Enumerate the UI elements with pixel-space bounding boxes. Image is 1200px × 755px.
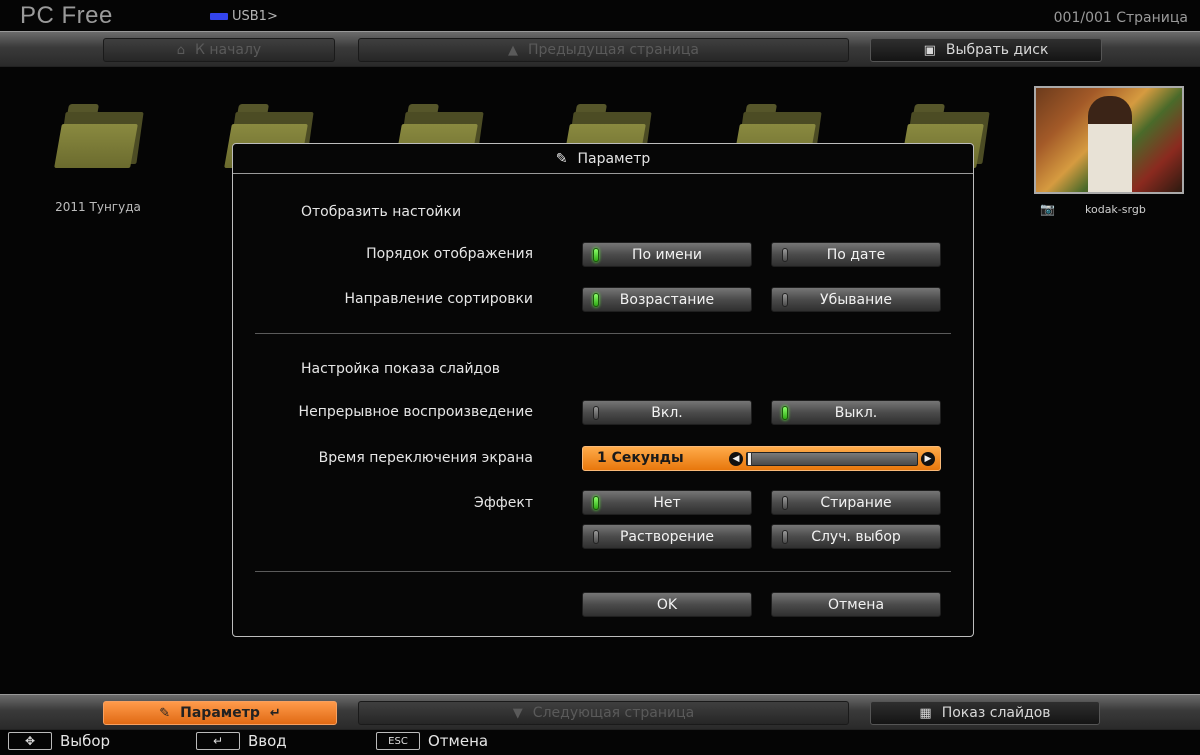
bottom-toolbar: ✎ Параметр ↵ ▼ Следующая страница ▦ Пока…	[0, 694, 1200, 730]
home-icon: ⌂	[176, 42, 186, 58]
effect-wipe-label: Стирание	[820, 494, 892, 511]
help-enter-label: Ввод	[248, 732, 287, 750]
settings-tools-icon: ✎	[555, 150, 568, 167]
slideshow-button-label: Показ слайдов	[941, 705, 1051, 721]
app-title: PC Free	[20, 2, 113, 29]
camera-icon: 📷	[1040, 202, 1055, 216]
settings-tools-icon: ✎	[159, 705, 171, 721]
up-arrow-icon: ▲	[507, 42, 518, 58]
page-counter: 001/001 Страница	[1053, 10, 1188, 26]
cancel-button[interactable]: Отмена	[771, 592, 941, 617]
slideshow-section-heading: Настройка показа слайдов	[301, 361, 501, 377]
usb-path-label: USB1>	[232, 9, 278, 24]
switch-time-label: Время переключения экрана	[318, 450, 533, 466]
radio-on-indicator	[593, 293, 599, 307]
order-by-date-label: По дате	[826, 246, 886, 263]
order-by-date-button[interactable]: По дате	[771, 242, 941, 267]
continuous-on-button[interactable]: Вкл.	[582, 400, 752, 425]
radio-on-indicator	[593, 496, 599, 510]
display-section-heading: Отобразить настойки	[301, 204, 462, 220]
effect-random-button[interactable]: Случ. выбор	[771, 524, 941, 549]
continuous-off-button[interactable]: Выкл.	[771, 400, 941, 425]
dialog-title: Параметр	[577, 150, 651, 167]
effect-label: Эффект	[474, 495, 533, 511]
parameter-button[interactable]: ✎ Параметр ↵	[103, 701, 337, 725]
sort-descending-button[interactable]: Убывание	[771, 287, 941, 312]
folder-label: 2011 Тунгуда	[55, 200, 141, 214]
next-page-label: Следующая страница	[532, 705, 695, 721]
help-cancel: ESC Отмена	[376, 732, 488, 750]
home-button-label: К началу	[195, 42, 262, 58]
continuous-label: Непрерывное воспроизведение	[298, 404, 533, 420]
home-button[interactable]: ⌂ К началу	[103, 38, 335, 62]
effect-dissolve-button[interactable]: Растворение	[582, 524, 752, 549]
settings-dialog: ✎ Параметр Отобразить настойки Порядок о…	[232, 143, 974, 637]
radio-off-indicator	[782, 248, 788, 262]
radio-off-indicator	[782, 530, 788, 544]
section-divider	[255, 571, 951, 572]
slider-thumb[interactable]	[747, 452, 752, 466]
film-icon: ▦	[919, 705, 932, 721]
order-label: Порядок отображения	[366, 246, 533, 262]
dpad-icon: ✥	[8, 732, 52, 750]
folder-icon[interactable]	[54, 104, 144, 168]
radio-off-indicator	[782, 496, 788, 510]
switch-time-value: 1 Секунды	[597, 450, 684, 466]
slider-right-arrow-icon[interactable]: ▶	[921, 452, 935, 466]
ok-button[interactable]: OK	[582, 592, 752, 617]
sort-ascending-button[interactable]: Возрастание	[582, 287, 752, 312]
effect-dissolve-label: Растворение	[619, 528, 715, 545]
continuous-off-label: Выкл.	[834, 404, 878, 421]
select-disk-label: Выбрать диск	[945, 42, 1049, 58]
order-by-name-button[interactable]: По имени	[582, 242, 752, 267]
next-page-button[interactable]: ▼ Следующая страница	[358, 701, 849, 725]
thumbnail-label: kodak-srgb	[1085, 203, 1146, 216]
effect-wipe-button[interactable]: Стирание	[771, 490, 941, 515]
switch-time-slider[interactable]: 1 Секунды ◀ ▶	[582, 446, 941, 471]
select-disk-button[interactable]: ▣ Выбрать диск	[870, 38, 1102, 62]
radio-off-indicator	[782, 293, 788, 307]
help-select-label: Выбор	[60, 732, 111, 750]
usb-drive-icon	[210, 13, 228, 20]
slider-left-arrow-icon[interactable]: ◀	[729, 452, 743, 466]
help-enter: ↵ Ввод	[196, 732, 287, 750]
radio-off-indicator	[593, 406, 599, 420]
help-select: ✥ Выбор	[8, 732, 110, 750]
section-divider	[255, 333, 951, 334]
disk-icon: ▣	[923, 42, 936, 58]
image-thumbnail[interactable]	[1034, 86, 1184, 194]
down-arrow-icon: ▼	[512, 705, 523, 721]
radio-on-indicator	[593, 248, 599, 262]
enter-icon: ↵	[269, 705, 281, 721]
usb-path: USB1>	[210, 9, 278, 24]
sort-ascending-label: Возрастание	[619, 291, 715, 308]
radio-off-indicator	[593, 530, 599, 544]
radio-on-indicator	[782, 406, 788, 420]
order-by-name-label: По имени	[631, 246, 703, 263]
parameter-button-label: Параметр	[180, 705, 260, 721]
top-toolbar: ⌂ К началу ▲ Предыдущая страница ▣ Выбра…	[0, 31, 1200, 67]
esc-key: ESC	[376, 732, 420, 750]
slider-track[interactable]	[746, 452, 918, 466]
slideshow-button[interactable]: ▦ Показ слайдов	[870, 701, 1100, 725]
sort-label: Направление сортировки	[344, 291, 533, 307]
continuous-on-label: Вкл.	[651, 404, 683, 421]
prev-page-button[interactable]: ▲ Предыдущая страница	[358, 38, 849, 62]
effect-none-button[interactable]: Нет	[582, 490, 752, 515]
effect-random-label: Случ. выбор	[811, 528, 901, 545]
help-cancel-label: Отмена	[428, 732, 489, 750]
effect-none-label: Нет	[653, 494, 681, 511]
dialog-header: ✎ Параметр	[233, 144, 973, 174]
prev-page-label: Предыдущая страница	[527, 42, 700, 58]
sort-descending-label: Убывание	[820, 291, 892, 308]
enter-key-icon: ↵	[196, 732, 240, 750]
